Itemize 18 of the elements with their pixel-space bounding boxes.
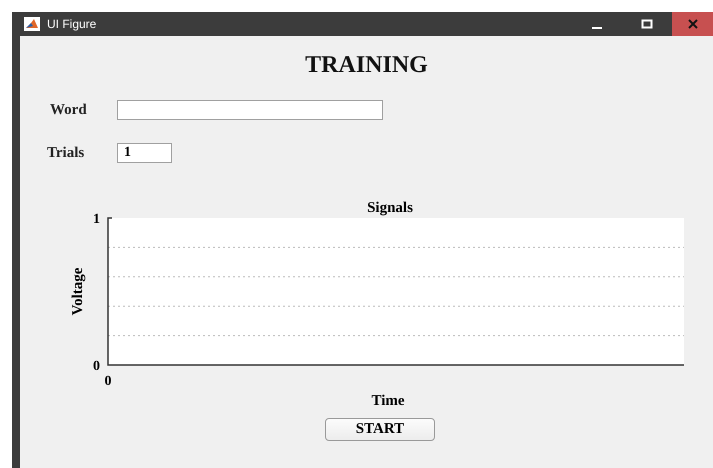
input-field[interactable]: 1: [117, 143, 172, 163]
field-label: Word: [50, 102, 88, 118]
field-label: Trials: [47, 144, 86, 162]
minimize-icon: [592, 27, 602, 29]
axis-label: Time: [371, 393, 405, 409]
chart-title: Signals: [367, 200, 413, 216]
start-button[interactable]: START: [325, 418, 435, 441]
tick-label: 0: [104, 374, 112, 389]
page-heading: TRAINING: [304, 52, 429, 79]
input-field[interactable]: [117, 100, 383, 120]
tick-label: 0: [93, 359, 100, 374]
axis-label: Voltage: [70, 268, 86, 316]
window-title: UI Figure: [47, 17, 96, 31]
maximize-icon: [641, 18, 653, 30]
tick-label: 1: [93, 212, 100, 227]
close-button[interactable]: [672, 12, 713, 36]
close-icon: [686, 18, 698, 30]
app-logo-icon: [24, 17, 40, 31]
